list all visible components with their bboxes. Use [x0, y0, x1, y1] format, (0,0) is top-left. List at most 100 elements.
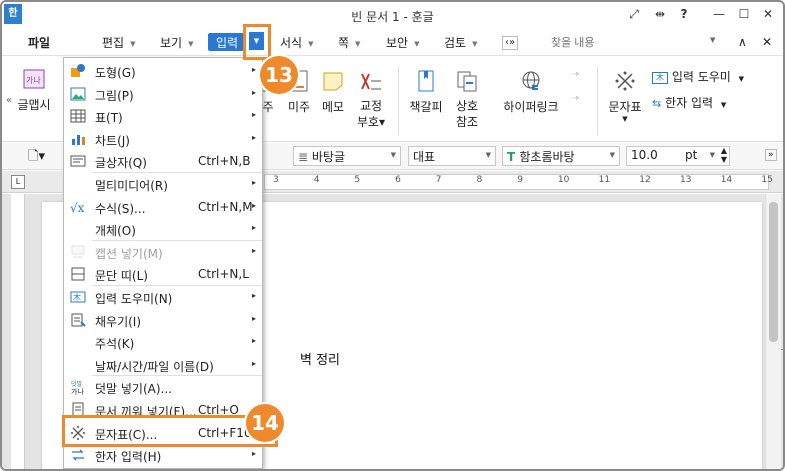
chevron-down-icon: ▼	[355, 39, 361, 48]
split-view-icon[interactable]: ⇹	[650, 7, 670, 21]
svg-text:木: 木	[73, 292, 81, 302]
style-select[interactable]: ≣ 바탕글 ▼	[293, 146, 401, 166]
symbol-table-label: 문자표	[608, 100, 642, 114]
menu-item-label: 그림(P)	[95, 88, 134, 103]
menu-item-item-5[interactable]: 멀티미디어(R) ▸	[64, 173, 262, 195]
memo-button[interactable]: 메모	[318, 69, 348, 115]
chevron-down-icon: ▼	[308, 39, 314, 48]
ruler-label: 15	[761, 175, 773, 185]
menu-item-item-12[interactable]: 주석(K) ▸	[64, 331, 262, 353]
bookmark-button[interactable]: 책갈피	[406, 69, 446, 115]
font-size-stepper[interactable]: ▲ ▼	[721, 146, 727, 164]
menu-view[interactable]: 보기 ▼	[160, 34, 193, 52]
menu-item-paragraph-band[interactable]: 문단 띠(L) Ctrl+N,L	[64, 263, 262, 285]
menu-input[interactable]: 입력	[208, 33, 247, 51]
menu-file[interactable]: 파일	[28, 34, 50, 52]
font-size-input[interactable]: 10.0 pt ▼ ▲ ▼	[626, 146, 730, 166]
font-select[interactable]: T 함초롬바탕 ▼	[502, 146, 620, 166]
chevron-down-icon: ▼	[738, 75, 745, 83]
hanja-input-button[interactable]: ⇆ 한자 입력 ▼	[652, 94, 726, 111]
submenu-arrow-icon: ▸	[251, 200, 256, 210]
menu-item-fill[interactable]: 채우기(I) ▸	[64, 309, 262, 331]
menu-item-formula[interactable]: √x 수식(S)... Ctrl+N,M ▸	[64, 196, 262, 218]
submenu-arrow-icon: ▸	[251, 132, 256, 142]
new-document-icon[interactable]: 🗋▾	[28, 147, 45, 169]
chevron-down-icon: ▼	[720, 101, 727, 109]
language-select[interactable]: 대표 ▼	[408, 146, 496, 166]
menu-item-shortcut: Ctrl+N,M	[198, 199, 253, 214]
menu-review[interactable]: 검토 ▼	[444, 34, 477, 52]
submenu-arrow-icon: ▸	[251, 449, 256, 459]
menu-security[interactable]: 보안 ▼	[386, 34, 419, 52]
help-icon[interactable]: ?	[674, 7, 694, 21]
ruler-label: 7	[435, 175, 442, 185]
ruler-label: 6	[395, 175, 401, 185]
ribbon-separator	[597, 67, 598, 135]
vertical-ruler[interactable]	[11, 194, 25, 469]
menu-security-label: 보안	[386, 36, 409, 50]
ribbon-scroll-left-icon[interactable]: «	[6, 95, 12, 106]
font-size-unit: pt	[685, 148, 698, 162]
word-art-button[interactable]: 가나 글맵시	[16, 67, 52, 113]
svg-text:가나: 가나	[71, 387, 84, 395]
chevron-down-icon: ▼	[188, 39, 194, 48]
ruler-label: 11	[598, 175, 611, 185]
minimize-icon[interactable]: —	[709, 7, 729, 21]
search-input[interactable]	[547, 33, 722, 53]
word-art-label: 글맵시	[17, 98, 51, 112]
horizontal-ruler[interactable]: 3 4 5 6 7 8 9 10 11 12 13 14 15	[264, 174, 773, 190]
menu-item-label: 수식(S)...	[95, 201, 146, 216]
cross-reference-button[interactable]: 상호 참조	[450, 69, 484, 130]
menu-item-input-helper[interactable]: 木 입력 도우미(N) ▸	[64, 286, 262, 308]
menu-item-label: 글상자(Q)	[95, 156, 147, 171]
menu-item-item-7[interactable]: 개체(O) ▸	[64, 218, 262, 240]
menu-page[interactable]: 쪽 ▼	[338, 34, 360, 52]
ruby-text-icon: 덧말 가나	[70, 379, 86, 396]
cross-reference-icon	[457, 71, 477, 92]
menu-edit[interactable]: 편집 ▼	[102, 34, 135, 52]
menu-item-label: 입력 도우미(N)	[95, 292, 173, 306]
close-icon[interactable]: ✕	[758, 7, 778, 21]
hyperlink-button[interactable]: 하이퍼링크	[502, 69, 560, 115]
menu-item-hanja[interactable]: 한자 입력(H) ▸	[64, 444, 262, 466]
menu-item-textbox[interactable]: 글상자(Q) Ctrl+N,B	[64, 150, 262, 172]
menu-more-button[interactable]: ‹»	[502, 36, 519, 50]
tab-type-selector[interactable]: L	[11, 175, 25, 189]
input-helper-label: 입력 도우미	[671, 70, 731, 84]
fullscreen-icon[interactable]: ⤢	[624, 7, 644, 22]
menu-item-label: 캡션 넣기(M)	[95, 246, 163, 261]
menu-item-shortcut: Ctrl+N,B	[198, 154, 251, 169]
document-text: 벽 정리	[300, 353, 341, 368]
toolbar-expand-icon[interactable]: »	[765, 149, 777, 161]
callout-highlight-13	[243, 24, 271, 60]
menu-item-label: 멀티미디어(R)	[95, 179, 168, 193]
maximize-icon[interactable]: ☐	[734, 7, 754, 21]
menu-format[interactable]: 서식 ▼	[280, 34, 313, 52]
hanja-input-label: 한자 입력	[665, 96, 714, 110]
menu-item-ruby-text[interactable]: 덧말 가나 덧말 넣기(A)...	[64, 376, 262, 398]
vertical-scrollbar[interactable]	[765, 194, 781, 469]
svg-text:가나: 가나	[26, 76, 41, 85]
proofreading-button[interactable]: 교정 부호▾	[354, 69, 388, 130]
menu-item-item-13[interactable]: 날짜/시간/파일 이름(D) ▸	[64, 354, 262, 376]
ruler-label: 9	[517, 175, 523, 185]
menu-bar: 파일 편집▼ 보기▼ 입력 서식▼ 쪽▼ 보안▼ 검토▼ ‹» ▼ ∧ ✕	[2, 30, 783, 56]
scrollbar-thumb[interactable]	[769, 202, 778, 342]
ruler-label: 3	[273, 175, 279, 185]
font-size-value: 10.0	[631, 148, 658, 162]
menu-item-shape[interactable]: 도형(G) ▸	[64, 60, 262, 82]
menu-item-chart[interactable]: 차트(J) ▸	[64, 128, 262, 150]
menu-item-picture[interactable]: 그림(P) ▸	[64, 83, 262, 105]
chevron-down-icon: ▼	[622, 115, 628, 123]
collapse-ribbon-icon[interactable]: ∧	[738, 35, 747, 53]
input-helper-button[interactable]: 木 입력 도우미 ▼	[652, 68, 744, 85]
font-value: 함초롬바탕	[519, 150, 575, 164]
style-icon: ≣	[298, 150, 312, 164]
formula-icon: √x	[70, 199, 86, 215]
close-document-icon[interactable]: ✕	[762, 35, 772, 53]
chevron-down-icon[interactable]: ▼	[710, 36, 715, 44]
menu-item-table[interactable]: 표(T) ▸	[64, 105, 262, 127]
symbol-table-button[interactable]: 문자표 ▼	[605, 69, 645, 123]
language-value: 대표	[413, 150, 436, 164]
submenu-arrow-icon: ▸	[251, 110, 256, 120]
